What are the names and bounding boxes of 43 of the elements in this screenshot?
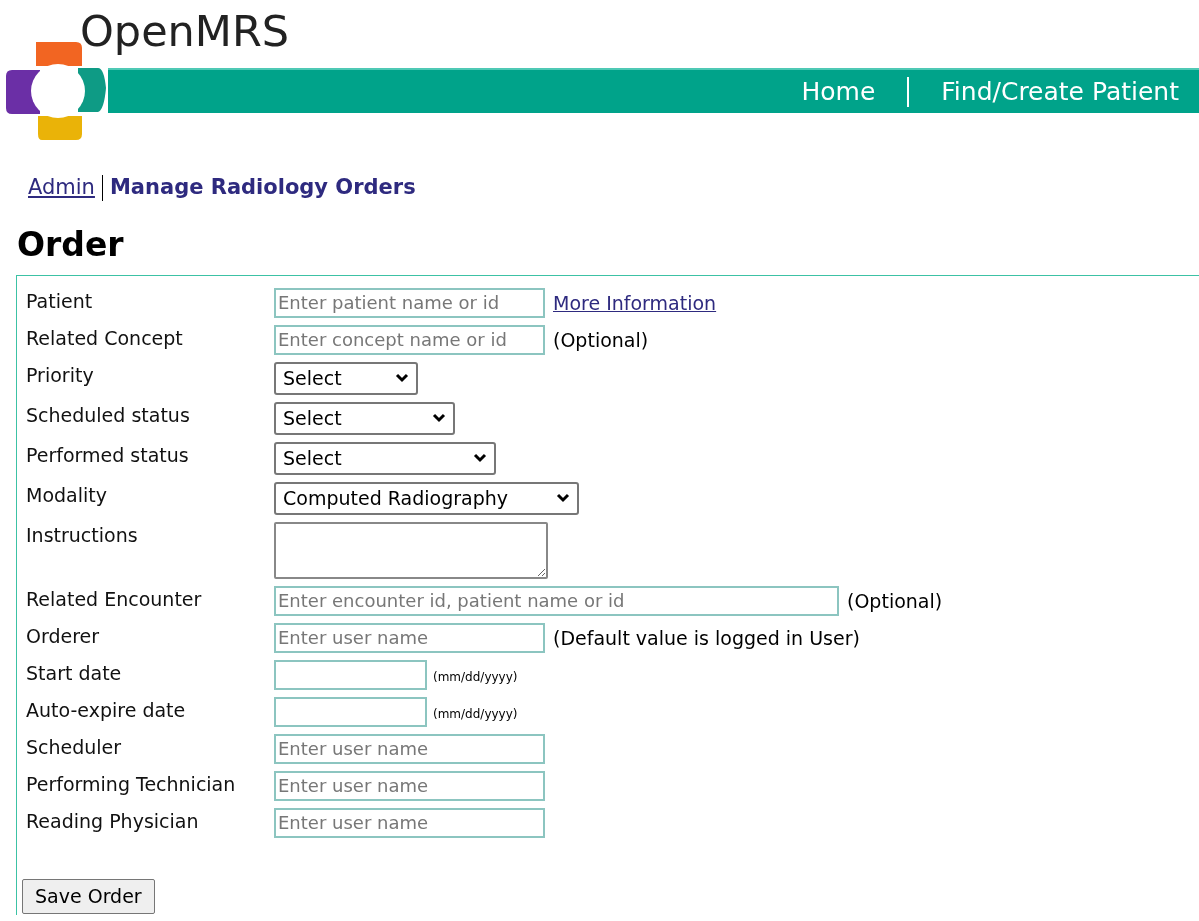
page-title: Order [17,227,125,261]
field-label: Reading Physician [26,808,200,833]
field-label: Auto-expire date [26,697,187,722]
breadcrumb-current: Manage Radiology Orders [109,174,416,201]
dropdown[interactable]: Computed Radiography [274,481,579,515]
dropdown[interactable]: Select [274,401,455,435]
logo-text: OpenMRS [80,10,290,53]
field-label: Orderer [26,623,101,648]
input-field[interactable]: Enter user name [274,622,545,653]
chevron-down-icon [395,373,409,383]
date-field[interactable] [274,696,427,727]
field-label: Scheduler [26,734,123,759]
chevron-down-icon [432,413,446,423]
field-label: Instructions [26,522,139,547]
date-field[interactable] [274,659,427,690]
dropdown[interactable]: Select [274,441,496,475]
field-note: (Optional) [553,327,649,353]
chevron-down-icon [473,453,487,463]
field-label: Start date [26,660,123,685]
chevron-down-icon [556,493,570,503]
input-field[interactable]: Enter patient name or id [274,287,545,318]
date-format-hint: (mm/dd/yyyy) [433,668,518,686]
field-note: (Optional) [847,588,943,614]
input-field[interactable]: Enter user name [274,770,545,801]
save-button[interactable]: Save Order [22,878,155,914]
field-label: Scheduled status [26,402,191,427]
more-information-link[interactable]: More Information [553,287,717,318]
input-field[interactable]: Enter user name [274,733,545,764]
input-field[interactable]: Enter user name [274,807,545,838]
field-label: Modality [26,482,108,507]
dropdown[interactable]: Select [274,361,418,395]
text-area[interactable] [274,521,548,579]
input-field[interactable]: Enter concept name or id [274,324,545,355]
field-label: Related Encounter [26,586,203,611]
breadcrumb-link[interactable]: Admin [28,172,95,204]
field-label: Patient [26,288,94,313]
field-note: (Default value is logged in User) [553,625,860,651]
field-label: Performed status [26,442,190,467]
field-label: Priority [26,362,95,387]
input-field[interactable]: Enter encounter id, patient name or id [274,585,839,616]
date-format-hint: (mm/dd/yyyy) [433,705,518,723]
field-label: Related Concept [26,325,184,350]
field-label: Performing Technician [26,771,237,796]
